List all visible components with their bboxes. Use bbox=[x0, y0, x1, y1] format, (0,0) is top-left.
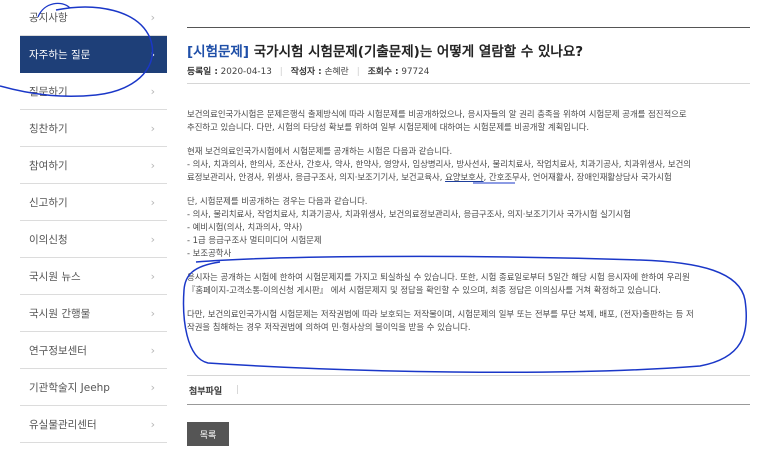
chevron-right-icon: › bbox=[150, 269, 155, 283]
sidebar-item-label: 공지사항 bbox=[29, 12, 68, 24]
sidebar-item-label: 연구정보센터 bbox=[29, 344, 87, 357]
body-line: - 의사, 치과의사, 한의사, 조산사, 간호사, 약사, 한약사, 영양사,… bbox=[187, 159, 691, 169]
body-line: 응시자는 공개하는 시험에 한하여 시험문제지를 가지고 퇴실하실 수 있습니다… bbox=[187, 272, 690, 282]
sidebar-item-objection[interactable]: 이의신청 › bbox=[20, 221, 167, 258]
sidebar-item-label: 참여하기 bbox=[29, 159, 68, 172]
author-label: 작성자 : bbox=[290, 67, 322, 77]
chevron-right-icon: › bbox=[150, 417, 155, 431]
body-line: 료정보관리사, 안경사, 위생사, 응급구조사, 의지·보조기기사, 보건교육사… bbox=[187, 172, 672, 182]
chevron-right-icon: › bbox=[150, 195, 155, 209]
author-value: 손혜란 bbox=[324, 67, 349, 77]
body-line: 다만, 보건의료인국가시험 시험문제는 저작권법에 따라 보호되는 저작물이며,… bbox=[187, 309, 694, 319]
sidebar-item-news[interactable]: 국시원 뉴스 › bbox=[20, 258, 167, 295]
body-line: - 보조공학사 bbox=[187, 248, 232, 258]
sidebar-item-label: 기관학술지 Jeehp bbox=[29, 381, 110, 394]
sidebar-item-label: 질문하기 bbox=[29, 85, 68, 98]
body-line: 현재 보건의료인국가시험에서 시험문제를 공개하는 시험은 다음과 같습니다. bbox=[187, 146, 453, 156]
sidebar-item-report[interactable]: 신고하기 › bbox=[20, 184, 167, 221]
body-line: 단, 시험문제를 비공개하는 경우는 다음과 같습니다. bbox=[187, 196, 368, 206]
body-line: 보건의료인국가시험은 문제은행식 출제방식에 따라 시험문제를 비공개하었으나,… bbox=[187, 109, 687, 119]
sidebar-item-label: 이의신청 bbox=[29, 233, 68, 246]
sidebar-item-label: 유실물관리센터 bbox=[29, 418, 97, 431]
sidebar-item-label: 국시원 간행물 bbox=[29, 307, 91, 320]
sidebar-item-journal[interactable]: 기관학술지 Jeehp › bbox=[20, 369, 167, 406]
underlined-term: 요양보호사 bbox=[445, 172, 484, 182]
article-title-text: 국가시험 시험문제(기출문제)는 어떻게 열람할 수 있나요? bbox=[253, 44, 584, 60]
article-title: [시험문제] 국가시험 시험문제(기출문제)는 어떻게 열람할 수 있나요? bbox=[187, 40, 583, 60]
chevron-right-icon: › bbox=[150, 84, 155, 98]
body-line: 작권을 침해하는 경우 저작권법에 의하여 민·형사상의 불이익을 받을 수 있… bbox=[187, 322, 471, 332]
sidebar-item-praise[interactable]: 칭찬하기 › bbox=[20, 110, 167, 147]
chevron-right-icon: › bbox=[150, 158, 155, 172]
sidebar-nav: 공지사항 › 자주하는 질문 › 질문하기 › 칭찬하기 › 참여하기 › 신고하기 › 이… bbox=[20, 0, 167, 443]
article-category: [시험문제] bbox=[187, 44, 250, 60]
sidebar-item-faq[interactable]: 자주하는 질문 › bbox=[20, 36, 167, 73]
chevron-right-icon: › bbox=[150, 343, 155, 357]
sidebar-item-label: 자주하는 질문 bbox=[29, 48, 91, 61]
chevron-right-icon: › bbox=[150, 380, 155, 394]
attachment-row: 첨부파일 | bbox=[187, 375, 750, 405]
sidebar-item-label: 국시원 뉴스 bbox=[29, 270, 81, 283]
chevron-right-icon: › bbox=[150, 11, 155, 24]
chevron-right-icon: › bbox=[150, 306, 155, 320]
sidebar-item-notice[interactable]: 공지사항 › bbox=[20, 0, 167, 36]
date-label: 등록일 : bbox=[187, 67, 218, 77]
article-meta: 등록일 : 2020-04-13 | 작성자 : 손혜란 | 조회수 : 97724 bbox=[187, 67, 430, 77]
body-line: 추진하고 있습니다. 다만, 시험의 타당성 확보를 위하여 일부 시험문제에 … bbox=[187, 122, 590, 132]
sidebar-item-label: 칭찬하기 bbox=[29, 122, 68, 135]
list-button[interactable]: 목록 bbox=[187, 422, 229, 446]
date-value: 2020-04-13 bbox=[220, 67, 272, 77]
top-divider bbox=[187, 27, 750, 28]
meta-divider bbox=[187, 83, 750, 84]
views-label: 조회수 : bbox=[367, 67, 399, 77]
attachment-label: 첨부파일 bbox=[189, 386, 223, 397]
sidebar-item-participate[interactable]: 참여하기 › bbox=[20, 147, 167, 184]
body-line: - 의사, 물리치료사, 작업치료사, 치과기공사, 치과위생사, 보건의료정보… bbox=[187, 209, 631, 219]
body-line: - 1급 응급구조사 멀티미디어 시험문제 bbox=[187, 235, 322, 245]
body-line: - 예비시험(의사, 치과의사, 약사) bbox=[187, 222, 303, 232]
sidebar-item-label: 신고하기 bbox=[29, 196, 68, 209]
sidebar-item-ask[interactable]: 질문하기 › bbox=[20, 73, 167, 110]
sidebar-item-research[interactable]: 연구정보센터 › bbox=[20, 332, 167, 369]
chevron-right-icon: › bbox=[150, 232, 155, 246]
body-line: 『홈페이지-고객소통-이의신청 게시판』 에서 시험문제지 및 정답을 확인할 … bbox=[187, 285, 661, 295]
sidebar-item-publications[interactable]: 국시원 간행물 › bbox=[20, 295, 167, 332]
chevron-right-icon: › bbox=[150, 47, 155, 61]
chevron-right-icon: › bbox=[150, 121, 155, 135]
article-body: 보건의료인국가시험은 문제은행식 출제방식에 따라 시험문제를 비공개하었으나,… bbox=[187, 108, 750, 334]
views-value: 97724 bbox=[401, 67, 430, 77]
sidebar-item-lost-found[interactable]: 유실물관리센터 › bbox=[20, 406, 167, 443]
